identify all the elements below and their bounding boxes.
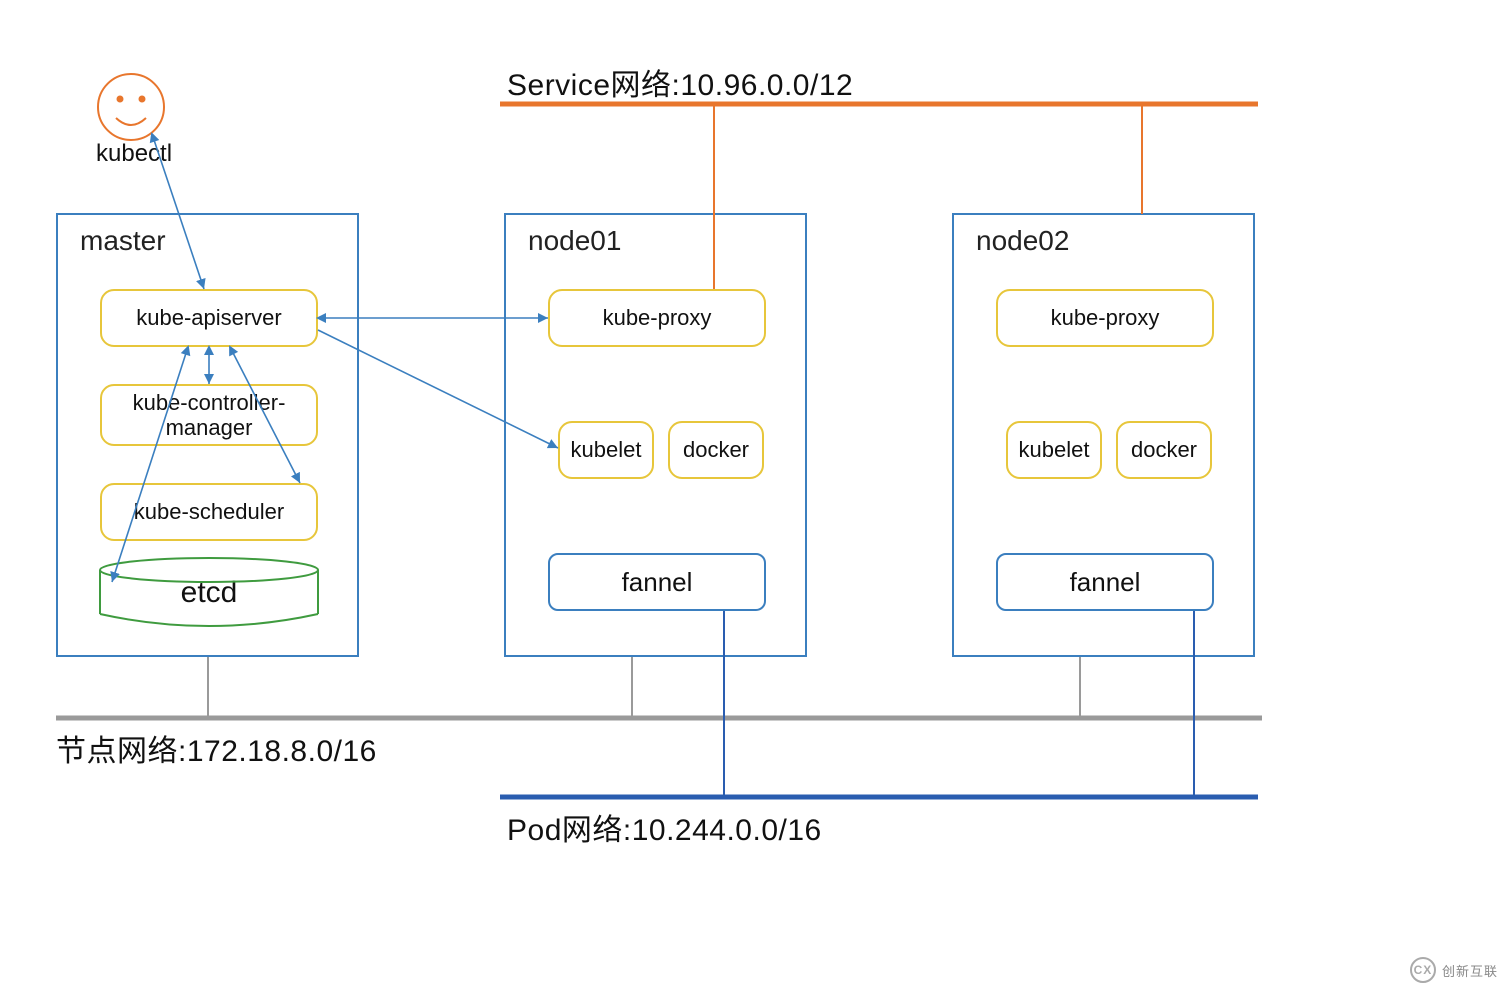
watermark-icon: CX xyxy=(1410,957,1436,983)
node02-docker-box: docker xyxy=(1116,421,1212,479)
node-network-label: 节点网络:172.18.8.0/16 xyxy=(56,726,377,770)
service-network-label: Service网络:10.96.0.0/12 xyxy=(507,60,853,104)
node02-kube-proxy-box: kube-proxy xyxy=(996,289,1214,347)
kubectl-label: kubectl xyxy=(96,140,172,168)
watermark: CX 创新互联 xyxy=(1410,957,1498,983)
diagram-canvas: Service网络:10.96.0.0/12 节点网络:172.18.8.0/1… xyxy=(0,0,1510,997)
smile-icon xyxy=(98,74,164,140)
etcd-label: etcd xyxy=(181,576,238,610)
etcd-box: etcd xyxy=(100,562,318,624)
kube-controller-manager-box: kube-controller-manager xyxy=(100,384,318,446)
kube-apiserver-box: kube-apiserver xyxy=(100,289,318,347)
master-title: master xyxy=(80,225,166,257)
node01-kubelet-box: kubelet xyxy=(558,421,654,479)
node02-flannel-box: fannel xyxy=(996,553,1214,611)
node01-title: node01 xyxy=(528,225,621,257)
node02-title: node02 xyxy=(976,225,1069,257)
node01-docker-box: docker xyxy=(668,421,764,479)
node02-kubelet-box: kubelet xyxy=(1006,421,1102,479)
watermark-text: 创新互联 xyxy=(1442,961,1498,980)
pod-network-label: Pod网络:10.244.0.0/16 xyxy=(507,805,822,849)
node01-kube-proxy-box: kube-proxy xyxy=(548,289,766,347)
kube-scheduler-box: kube-scheduler xyxy=(100,483,318,541)
node01-flannel-box: fannel xyxy=(548,553,766,611)
